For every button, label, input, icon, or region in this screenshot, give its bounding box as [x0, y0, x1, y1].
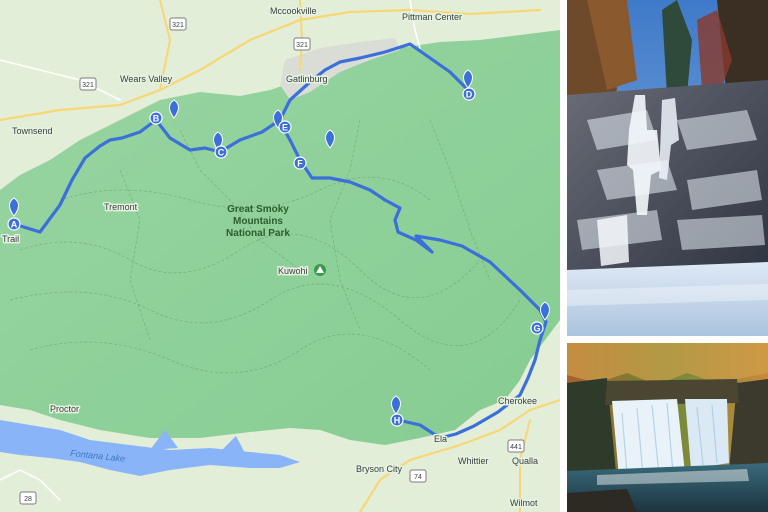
- route-marker-d[interactable]: D: [462, 87, 476, 101]
- route-marker-c[interactable]: C: [214, 145, 228, 159]
- route-shield-label: 321: [172, 22, 184, 29]
- waterfall-photo-winter-image: [567, 0, 768, 336]
- town-label-gatlinburg: Gatlinburg: [286, 74, 328, 84]
- town-label-bryson-city: Bryson City: [356, 464, 403, 474]
- route-marker-a[interactable]: A: [7, 217, 21, 231]
- route-marker-label: E: [282, 123, 288, 133]
- peak-marker[interactable]: Kuwohi: [277, 264, 326, 278]
- town-label-pittman-center: Pittman Center: [402, 12, 462, 22]
- route-marker-label: A: [11, 220, 18, 230]
- town-label-mccookville: Mccookville: [270, 6, 317, 16]
- route-marker-f[interactable]: F: [293, 156, 307, 170]
- route-shield-label: 28: [24, 496, 32, 503]
- town-label-trail: Trail: [2, 234, 19, 244]
- waterfall-photo-autumn: [567, 343, 768, 512]
- route-marker-label: G: [533, 324, 540, 334]
- route-marker-e[interactable]: E: [278, 120, 292, 134]
- park-name-line-2: Mountains: [233, 216, 283, 227]
- park-name-label: Great Smoky Mountains National Park: [226, 204, 290, 239]
- route-marker-label: F: [297, 159, 303, 169]
- town-label-qualla: Qualla: [512, 456, 538, 466]
- peak-label: Kuwohi: [278, 266, 308, 276]
- route-shield-label: 321: [82, 82, 94, 89]
- town-label-proctor: Proctor: [50, 404, 79, 414]
- route-marker-h[interactable]: H: [390, 413, 404, 427]
- route-marker-label: H: [394, 416, 401, 426]
- route-shield-label: 74: [414, 474, 422, 481]
- town-label-whittier: Whittier: [458, 456, 489, 466]
- town-label-ela: Ela: [434, 434, 447, 444]
- town-label-cherokee: Cherokee: [498, 396, 537, 406]
- route-marker-label: D: [466, 90, 473, 100]
- route-marker-label: C: [218, 148, 225, 158]
- town-label-wilmot: Wilmot: [510, 498, 538, 508]
- route-shield-label: 441: [510, 444, 522, 451]
- map-view[interactable]: 321 321 321 441 74 28 Mccookville Pittma…: [0, 0, 560, 512]
- town-label-wears-valley: Wears Valley: [120, 74, 173, 84]
- route-marker-label: B: [153, 114, 160, 124]
- park-name-line-1: Great Smoky: [227, 204, 289, 215]
- route-marker-g[interactable]: G: [530, 321, 544, 335]
- route-shield-label: 321: [296, 42, 308, 49]
- route-marker-b[interactable]: B: [149, 111, 163, 125]
- map-canvas[interactable]: 321 321 321 441 74 28 Mccookville Pittma…: [0, 0, 560, 512]
- town-label-townsend: Townsend: [12, 126, 53, 136]
- town-label-tremont: Tremont: [104, 202, 138, 212]
- park-name-line-3: National Park: [226, 228, 290, 239]
- waterfall-photo-winter: [567, 0, 768, 336]
- waterfall-photo-autumn-image: [567, 343, 768, 512]
